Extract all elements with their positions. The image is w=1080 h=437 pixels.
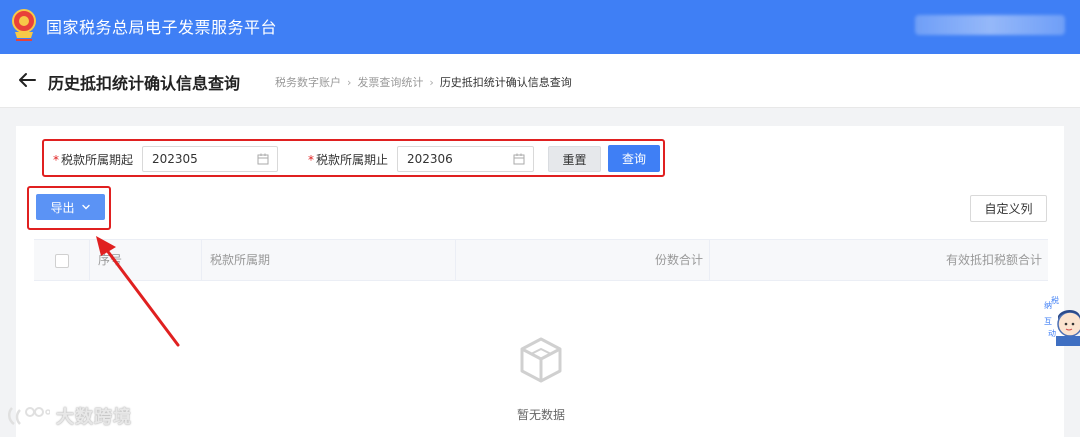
- column-header-index: 序号: [90, 240, 202, 280]
- breadcrumb-item[interactable]: 发票查询统计: [357, 76, 423, 89]
- reset-button[interactable]: 重置: [548, 146, 601, 172]
- query-button[interactable]: 查询: [608, 145, 660, 172]
- user-info-blurred[interactable]: [915, 15, 1065, 35]
- assistant-char: 互: [1044, 317, 1052, 326]
- chevron-right-icon: ›: [347, 76, 352, 89]
- tax-emblem-icon: [12, 9, 36, 41]
- platform-title: 国家税务总局电子发票服务平台: [46, 18, 278, 37]
- page-title: 历史抵扣统计确认信息查询: [48, 74, 241, 93]
- start-period-label: * 税款所属期起: [53, 153, 134, 167]
- column-header-period: 税款所属期: [202, 240, 456, 280]
- start-period-input[interactable]: 202305: [142, 146, 278, 172]
- watermark-logo-icon: [8, 407, 50, 426]
- column-header-deduction: 有效抵扣税额合计: [945, 253, 1042, 267]
- breadcrumb-current: 历史抵扣统计确认信息查询: [439, 76, 572, 89]
- export-button-label: 导出: [50, 200, 75, 215]
- breadcrumb-item[interactable]: 税务数字账户: [275, 76, 341, 89]
- select-all-checkbox[interactable]: [55, 254, 69, 268]
- select-all-cell: [34, 240, 90, 280]
- top-header: 国家税务总局电子发票服务平台: [0, 0, 1080, 54]
- export-button[interactable]: 导出: [36, 194, 105, 220]
- chevron-right-icon: ›: [429, 76, 434, 89]
- calendar-icon[interactable]: [257, 153, 269, 165]
- assistant-mascot-icon[interactable]: 纳 税 互 动: [1042, 294, 1080, 346]
- assistant-char: 税: [1051, 295, 1059, 305]
- calendar-icon[interactable]: [513, 153, 525, 165]
- table-header: 序号 税款所属期 份数合计 有效抵扣税额合计: [34, 239, 1048, 281]
- column-header-count: 份数合计: [456, 240, 710, 280]
- breadcrumb: 税务数字账户 › 发票查询统计 › 历史抵扣统计确认信息查询: [275, 74, 572, 90]
- chevron-down-icon: [81, 204, 90, 210]
- watermark-text: 大数跨境: [56, 407, 132, 428]
- end-period-input[interactable]: 202306: [397, 146, 534, 172]
- start-period-value: 202305: [152, 152, 198, 166]
- end-period-value: 202306: [407, 152, 453, 166]
- custom-columns-button[interactable]: 自定义列: [970, 195, 1047, 222]
- end-period-label: * 税款所属期止: [308, 153, 389, 167]
- page-header: 历史抵扣统计确认信息查询 税务数字账户 › 发票查询统计 › 历史抵扣统计确认信息查询: [0, 54, 1080, 108]
- empty-box-icon: [520, 337, 562, 383]
- empty-state-text: 暂无数据: [517, 408, 566, 422]
- watermark: 大数跨境: [6, 402, 132, 430]
- back-arrow-icon[interactable]: [16, 69, 38, 91]
- assistant-char: 动: [1048, 328, 1056, 338]
